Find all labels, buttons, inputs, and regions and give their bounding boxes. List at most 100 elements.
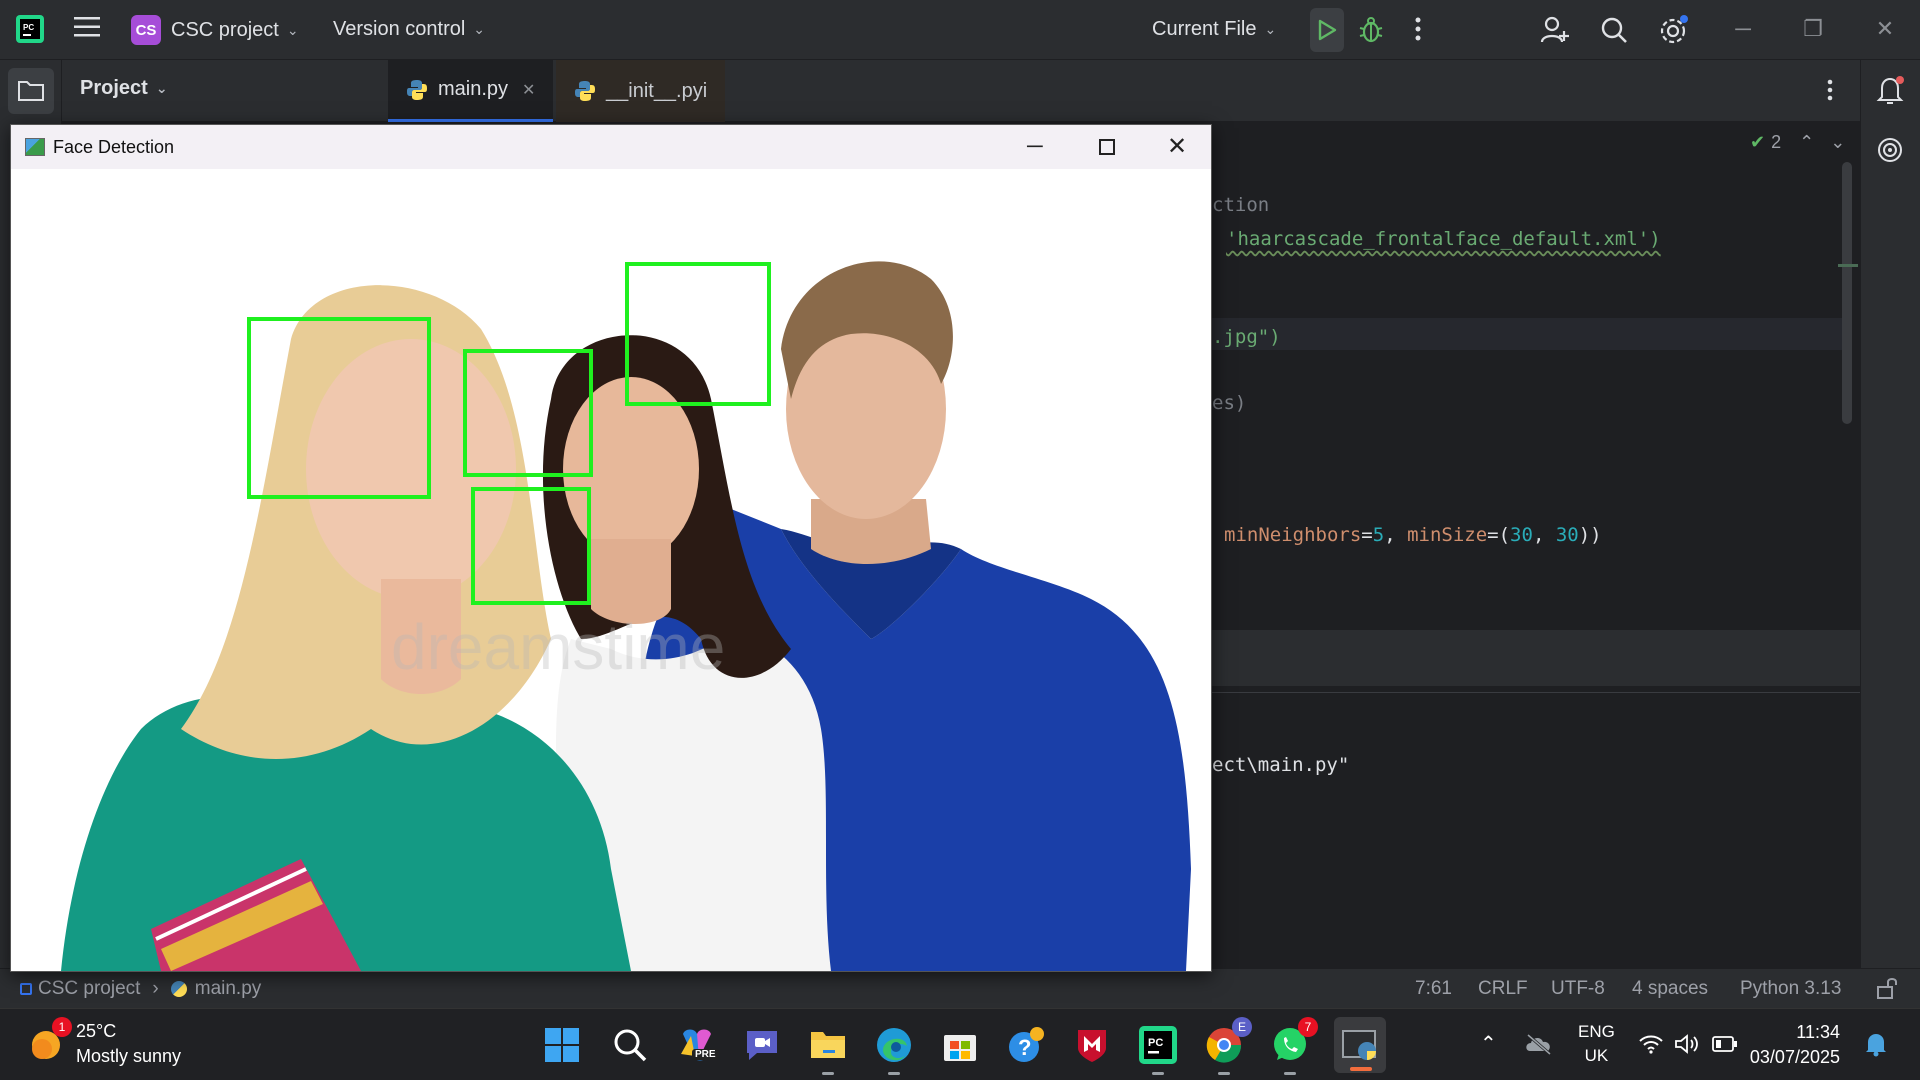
file-explorer-icon[interactable] [806,1023,850,1075]
run-button[interactable] [1310,8,1344,52]
code-line: minNeighbors=5, minSize=(30, 30)) [1224,524,1602,546]
python-file-icon [407,79,427,100]
profile-badge: E [1232,1017,1252,1037]
breadcrumb-project[interactable]: CSC project [38,978,140,1000]
chevron-down-icon[interactable]: ⌄ [1830,132,1845,153]
svg-text:PC: PC [23,23,34,32]
chevron-up-icon[interactable]: ⌃ [1480,1031,1497,1056]
input-language[interactable]: ENG UK [1578,1022,1615,1066]
code-editor[interactable]: ✔ 2 ⌃ ⌄ ction 'haarcascade_frontalface_d… [1212,122,1860,968]
indent-setting[interactable]: 4 spaces [1632,978,1708,1000]
search-icon[interactable] [1600,16,1628,44]
console-output-line: ect\main.py" [1212,754,1350,776]
scroll-marker [1838,264,1858,267]
status-bar: CSC project › main.py 7:61 CRLF UTF-8 4 … [0,968,1920,1008]
onedrive-offline-icon[interactable] [1524,1033,1554,1060]
project-folder-icon[interactable] [8,68,54,114]
edge-browser-icon[interactable] [872,1023,916,1075]
microsoft-store-icon[interactable] [938,1023,982,1067]
project-panel-toggle[interactable]: Project ⌄ [80,77,168,100]
right-tool-strip [1860,60,1920,968]
teams-meet-icon[interactable] [740,1023,784,1067]
version-control-menu[interactable]: Version control ⌄ [333,18,485,41]
mcafee-shield-icon[interactable] [1070,1023,1114,1067]
weather-badge: 1 [52,1017,72,1037]
notifications-bell-icon[interactable] [1876,74,1906,111]
volume-icon[interactable] [1674,1033,1700,1060]
clock[interactable]: 11:34 03/07/2025 [1750,1022,1840,1068]
chevron-down-icon: ⌄ [155,80,168,96]
code-line: es) [1212,392,1247,414]
get-help-icon[interactable]: ? [1004,1023,1048,1067]
weather-sun-icon[interactable]: 1 [28,1017,72,1063]
cursor-position[interactable]: 7:61 [1415,978,1452,1000]
vcs-label: Version control [333,18,466,40]
start-windows-icon[interactable] [540,1023,584,1067]
breadcrumb-file[interactable]: main.py [195,978,262,1000]
breadcrumb: CSC project › main.py [20,978,261,1000]
whatsapp-icon[interactable]: 7 [1268,1017,1318,1075]
add-user-icon[interactable] [1540,15,1570,45]
running-indicator [1152,1072,1164,1075]
weather-temp[interactable]: 25°C [76,1021,116,1042]
tab-main-py[interactable]: main.py ✕ [388,60,554,122]
restore-icon[interactable]: ❐ [1798,14,1828,44]
python-interpreter[interactable]: Python 3.13 [1740,978,1841,1000]
unlock-icon[interactable] [1876,976,1898,1006]
run-panel-header [1212,630,1860,686]
minimize-icon[interactable]: ─ [1728,14,1758,44]
maximize-icon[interactable] [1099,139,1115,155]
minimize-icon[interactable]: ─ [1027,133,1043,159]
project-panel-label: Project [80,77,148,99]
copilot-icon[interactable]: PRE [674,1023,719,1067]
language-region: UK [1584,1046,1609,1065]
line-separator[interactable]: CRLF [1478,978,1528,1000]
more-options-icon[interactable] [1414,16,1422,42]
tab-init-pyi[interactable]: __init__.pyi [556,60,726,122]
tab-options-icon[interactable] [1826,78,1834,107]
chevron-down-icon: ⌄ [1264,21,1277,37]
wifi-icon[interactable] [1638,1033,1664,1060]
language-code: ENG [1578,1022,1615,1041]
svg-text:?: ? [1018,1035,1031,1060]
debug-bug-icon[interactable] [1358,16,1384,44]
inspection-widget[interactable]: ✔ 2 ⌃ ⌄ [1750,132,1845,153]
chrome-icon[interactable]: E [1202,1017,1252,1075]
project-badge: CS [131,15,161,45]
clock-time: 11:34 [1796,1022,1840,1042]
clock-date: 03/07/2025 [1749,1047,1840,1067]
search-icon[interactable] [608,1023,652,1067]
notification-count-badge: 7 [1298,1017,1318,1037]
close-tab-icon[interactable]: ✕ [522,80,535,100]
weather-desc[interactable]: Mostly sunny [76,1046,181,1067]
project-name: CSC project [171,18,279,41]
chevron-up-icon[interactable]: ⌃ [1799,132,1814,153]
running-indicator [1218,1072,1230,1075]
run-config-selector[interactable]: Current File ⌄ [1152,18,1276,41]
settings-gear-icon[interactable] [1658,14,1690,46]
window-title-bar[interactable]: Face Detection ─ ✕ [11,125,1211,169]
editor-scrollbar[interactable] [1842,162,1852,424]
tab-label: __init__.pyi [606,79,708,102]
ide-title-bar: PC CS CSC project ⌄ Version control ⌄ Cu… [0,0,1920,60]
file-encoding[interactable]: UTF-8 [1551,978,1605,1000]
python-window-icon[interactable] [1334,1017,1386,1073]
main-menu-icon[interactable] [74,14,102,40]
notification-bell-icon[interactable] [1864,1031,1888,1062]
close-icon[interactable]: ✕ [1870,14,1900,44]
copilot-pre-label: PRE [692,1049,719,1060]
pycharm-logo-icon[interactable]: PC [16,15,44,43]
battery-icon[interactable] [1712,1035,1738,1058]
module-icon [20,983,32,995]
close-icon[interactable]: ✕ [1167,132,1187,161]
code-line: ction [1212,194,1270,216]
active-window-indicator [1350,1067,1372,1071]
face-detection-box [247,317,431,499]
code-line: .jpg") [1212,326,1281,348]
face-detection-window[interactable]: Face Detection ─ ✕ dreamstime [10,124,1212,972]
watermark-text: dreamstime [391,611,725,683]
pycharm-taskbar-icon[interactable]: PC [1136,1023,1180,1075]
windows-taskbar: 1 25°C Mostly sunny PRE ? PC E 7 ⌃ ENG U… [0,1008,1920,1080]
ai-assistant-spiral-icon[interactable] [1876,136,1904,169]
project-switcher[interactable]: CS CSC project ⌄ [131,15,299,45]
